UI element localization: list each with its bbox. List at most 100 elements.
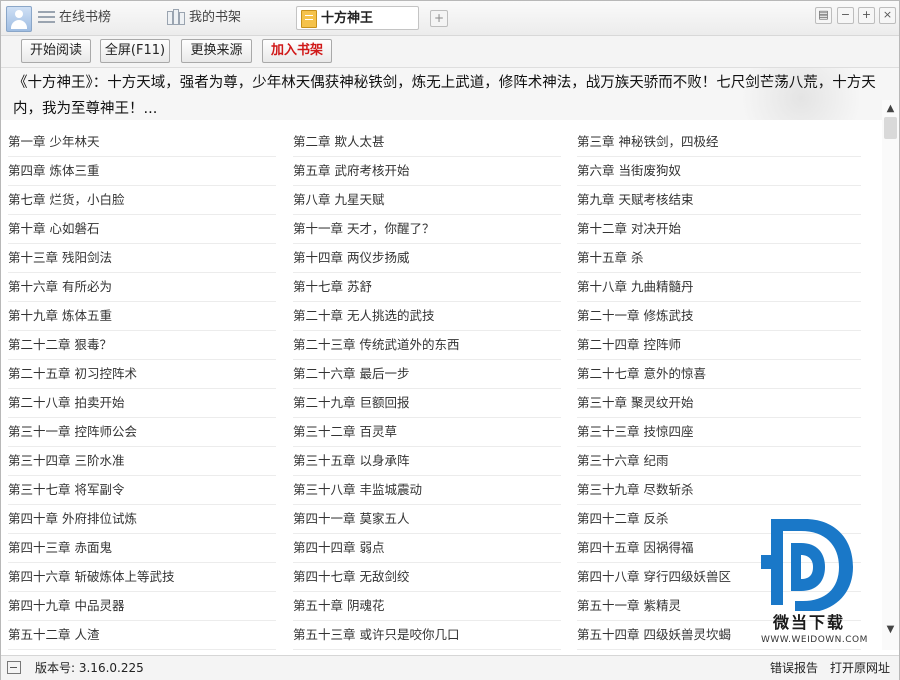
chapter-link[interactable]: 第三十八章 丰监城震动 xyxy=(293,476,561,505)
chapter-link[interactable]: 第十一章 天才，你醒了？ xyxy=(293,215,561,244)
app-window: 在线书榜 我的书架 十方神王 + ▤ − + × 开始阅读 全屏(F11) 更换… xyxy=(0,0,900,680)
list-icon xyxy=(38,10,55,25)
chapter-row: 第四章 炼体三重 第五章 武府考核开始 第六章 当街废狗奴 xyxy=(1,157,881,186)
chapter-link[interactable]: 第五章 武府考核开始 xyxy=(293,157,561,186)
tab-online-label: 在线书榜 xyxy=(59,10,112,25)
chapter-link[interactable]: 第三章 神秘铁剑，四极经 xyxy=(577,128,861,157)
avatar-body xyxy=(11,20,27,29)
scrollbar[interactable]: ▲ ▼ xyxy=(882,100,899,650)
chapter-list: 第一章 少年林天 第二章 欺人太甚 第三章 神秘铁剑，四极经 第四章 炼体三重 第五章 … xyxy=(1,128,881,650)
scroll-up-arrow-icon[interactable]: ▲ xyxy=(884,102,897,115)
tab-online-rankings[interactable]: 在线书榜 xyxy=(38,6,111,30)
avatar-head xyxy=(15,10,23,18)
book-description: 《十方神王》：十方天域，强者为尊，少年林天偶获神秘铁剑，炼无上武道，修阵术神法，… xyxy=(1,68,899,120)
start-reading-button[interactable]: 开始阅读 xyxy=(21,39,91,63)
tab-shelf-label: 我的书架 xyxy=(189,10,242,25)
chapter-link[interactable]: 第四十三章 赤面鬼 xyxy=(8,534,276,563)
tab-my-bookshelf[interactable]: 我的书架 xyxy=(167,6,241,30)
close-button[interactable]: × xyxy=(879,7,896,24)
maximize-button[interactable]: + xyxy=(858,7,875,24)
title-bar: 在线书榜 我的书架 十方神王 + ▤ − + × xyxy=(1,1,899,36)
chapter-row: 第五十二章 人渣 第五十三章 或许只是咬你几口 第五十四章 四级妖兽灵坎蝎 xyxy=(1,621,881,650)
chapter-row: 第十章 心如磐石 第十一章 天才，你醒了？ 第十二章 对决开始 xyxy=(1,215,881,244)
weidown-watermark: 微当下载 WWW.WEIDOWN.COM xyxy=(761,515,873,647)
chapter-link[interactable]: 第六章 当街废狗奴 xyxy=(577,157,861,186)
change-source-button[interactable]: 更换来源 xyxy=(181,39,252,63)
chapter-link[interactable]: 第四十四章 弱点 xyxy=(293,534,561,563)
collapse-panel-icon[interactable] xyxy=(7,661,21,674)
weidown-logo-icon xyxy=(761,519,853,613)
add-to-bookshelf-button[interactable]: 加入书架 xyxy=(262,39,332,63)
tab-current-book[interactable]: 十方神王 xyxy=(296,6,419,30)
chapter-link[interactable]: 第五十三章 或许只是咬你几口 xyxy=(293,621,561,650)
chapter-link[interactable]: 第二十五章 初习控阵术 xyxy=(8,360,276,389)
chapter-link[interactable]: 第二十七章 意外的惊喜 xyxy=(577,360,861,389)
chapter-row: 第二十二章 狠毒？ 第二十三章 传统武道外的东西 第二十四章 控阵师 xyxy=(1,331,881,360)
add-tab-button[interactable]: + xyxy=(430,10,448,27)
chapter-link[interactable]: 第三十一章 控阵师公会 xyxy=(8,418,276,447)
open-source-url-link[interactable]: 打开原网址 xyxy=(830,656,890,680)
fullscreen-button[interactable]: 全屏(F11) xyxy=(100,39,170,63)
chapter-link[interactable]: 第二十二章 狠毒？ xyxy=(8,331,276,360)
chapter-row: 第四十六章 斩破炼体上等武技 第四十七章 无敌剑绞 第四十八章 穿行四级妖兽区 xyxy=(1,563,881,592)
chapter-link[interactable]: 第四十一章 莫家五人 xyxy=(293,505,561,534)
chapter-link[interactable]: 第七章 烂货，小白脸 xyxy=(8,186,276,215)
chapter-link[interactable]: 第十七章 苏舒 xyxy=(293,273,561,302)
chapter-link[interactable]: 第四十九章 中品灵器 xyxy=(8,592,276,621)
chapter-row: 第四十九章 中品灵器 第五十章 阴魂花 第五十一章 紫精灵 xyxy=(1,592,881,621)
restore-icon[interactable]: ▤ xyxy=(815,7,832,24)
description-text: 《十方神王》：十方天域，强者为尊，少年林天偶获神秘铁剑，炼无上武道，修阵术神法，… xyxy=(13,75,876,117)
chapter-link[interactable]: 第三十九章 尽数斩杀 xyxy=(577,476,861,505)
chapter-link[interactable]: 第四章 炼体三重 xyxy=(8,157,276,186)
chapter-link[interactable]: 第四十章 外府排位试炼 xyxy=(8,505,276,534)
chapter-link[interactable]: 第二十九章 巨额回报 xyxy=(293,389,561,418)
book-icon xyxy=(301,9,317,28)
user-avatar[interactable] xyxy=(6,6,32,32)
chapter-link[interactable]: 第十八章 九曲精髓丹 xyxy=(577,273,861,302)
chapter-link[interactable]: 第三十三章 技惊四座 xyxy=(577,418,861,447)
scroll-down-arrow-icon[interactable]: ▼ xyxy=(884,623,897,636)
chapter-row: 第十九章 炼体五重 第二十章 无人挑选的武技 第二十一章 修炼武技 xyxy=(1,302,881,331)
chapter-link[interactable]: 第三十章 聚灵纹开始 xyxy=(577,389,861,418)
chapter-link[interactable]: 第十五章 杀 xyxy=(577,244,861,273)
chapter-link[interactable]: 第二十四章 控阵师 xyxy=(577,331,861,360)
chapter-row: 第十六章 有所必为 第十七章 苏舒 第十八章 九曲精髓丹 xyxy=(1,273,881,302)
chapter-link[interactable]: 第十四章 两仪步扬威 xyxy=(293,244,561,273)
chapter-row: 第三十七章 将军副令 第三十八章 丰监城震动 第三十九章 尽数斩杀 xyxy=(1,476,881,505)
watermark-url: WWW.WEIDOWN.COM xyxy=(761,635,868,645)
chapter-link[interactable]: 第三十二章 百灵草 xyxy=(293,418,561,447)
chapter-link[interactable]: 第三十五章 以身承阵 xyxy=(293,447,561,476)
chapter-row: 第二十五章 初习控阵术 第二十六章 最后一步 第二十七章 意外的惊喜 xyxy=(1,360,881,389)
chapter-link[interactable]: 第四十六章 斩破炼体上等武技 xyxy=(8,563,276,592)
status-bar: 版本号: 3.16.0.225 错误报告 打开原网址 xyxy=(1,655,899,680)
chapter-link[interactable]: 第九章 天赋考核结束 xyxy=(577,186,861,215)
chapter-link[interactable]: 第八章 九星天赋 xyxy=(293,186,561,215)
chapter-link[interactable]: 第二章 欺人太甚 xyxy=(293,128,561,157)
minimize-button[interactable]: − xyxy=(837,7,854,24)
toolbar: 开始阅读 全屏(F11) 更换来源 加入书架 xyxy=(1,36,899,68)
chapter-link[interactable]: 第三十四章 三阶水准 xyxy=(8,447,276,476)
chapter-link[interactable]: 第十二章 对决开始 xyxy=(577,215,861,244)
chapter-link[interactable]: 第四十七章 无敌剑绞 xyxy=(293,563,561,592)
bookshelf-icon xyxy=(167,9,185,25)
chapter-link[interactable]: 第十三章 残阳剑法 xyxy=(8,244,276,273)
chapter-link[interactable]: 第五十章 阴魂花 xyxy=(293,592,561,621)
chapter-link[interactable]: 第二十三章 传统武道外的东西 xyxy=(293,331,561,360)
version-label: 版本号: 3.16.0.225 xyxy=(35,661,144,675)
scrollbar-thumb[interactable] xyxy=(884,117,897,139)
chapter-link[interactable]: 第五十二章 人渣 xyxy=(8,621,276,650)
chapter-link[interactable]: 第二十六章 最后一步 xyxy=(293,360,561,389)
watermark-name: 微当下载 xyxy=(773,613,846,632)
tab-book-label: 十方神王 xyxy=(321,11,374,26)
chapter-row: 第一章 少年林天 第二章 欺人太甚 第三章 神秘铁剑，四极经 xyxy=(1,128,881,157)
chapter-link[interactable]: 第一章 少年林天 xyxy=(8,128,276,157)
chapter-link[interactable]: 第十六章 有所必为 xyxy=(8,273,276,302)
chapter-link[interactable]: 第二十章 无人挑选的武技 xyxy=(293,302,561,331)
chapter-link[interactable]: 第二十一章 修炼武技 xyxy=(577,302,861,331)
chapter-link[interactable]: 第二十八章 拍卖开始 xyxy=(8,389,276,418)
chapter-link[interactable]: 第三十七章 将军副令 xyxy=(8,476,276,505)
error-report-link[interactable]: 错误报告 xyxy=(770,656,818,680)
chapter-link[interactable]: 第十九章 炼体五重 xyxy=(8,302,276,331)
chapter-link[interactable]: 第三十六章 纪雨 xyxy=(577,447,861,476)
chapter-link[interactable]: 第十章 心如磐石 xyxy=(8,215,276,244)
